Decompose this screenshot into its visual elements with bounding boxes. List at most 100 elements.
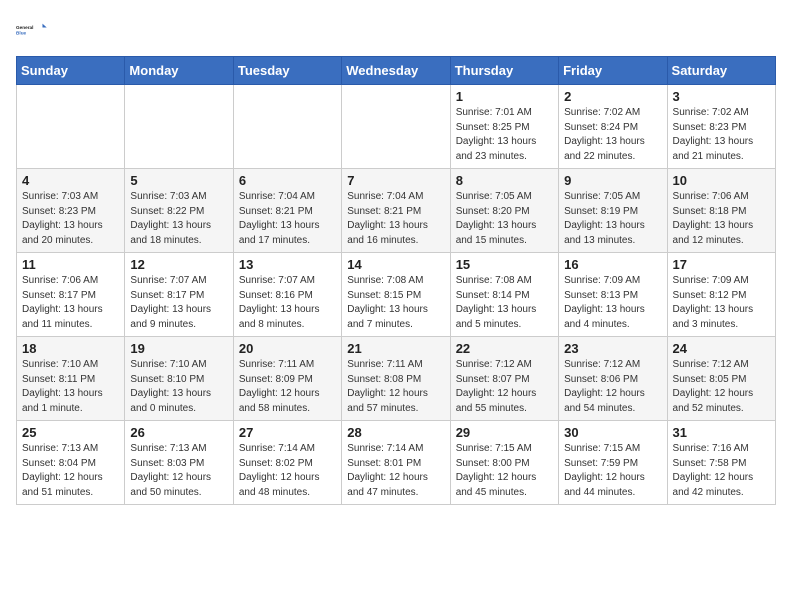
calendar-table: SundayMondayTuesdayWednesdayThursdayFrid… bbox=[16, 56, 776, 505]
day-number: 24 bbox=[673, 341, 770, 356]
calendar-cell: 29 Sunrise: 7:15 AM Sunset: 8:00 PM Dayli… bbox=[450, 421, 558, 505]
weekday-header-saturday: Saturday bbox=[667, 57, 775, 85]
calendar-cell: 27Sunrise: 7:14 AM Sunset: 8:02 PM Dayli… bbox=[233, 421, 341, 505]
day-info: Sunrise: 7:16 AM Sunset: 7:58 PM Dayligh… bbox=[673, 442, 770, 500]
calendar-cell: 21 Sunrise: 7:11 AM Sunset: 8:08 PM Dayli… bbox=[342, 337, 450, 421]
day-info: Sunrise: 7:13 AM Sunset: 8:03 PM Dayligh… bbox=[130, 442, 227, 500]
day-number: 13 bbox=[239, 257, 336, 272]
calendar-cell: 9 Sunrise: 7:05 AM Sunset: 8:19 PM Daylig… bbox=[559, 169, 667, 253]
day-info: Sunrise: 7:13 AM Sunset: 8:04 PM Dayligh… bbox=[22, 442, 119, 500]
weekday-header-friday: Friday bbox=[559, 57, 667, 85]
day-info: Sunrise: 7:14 AM Sunset: 8:01 PM Dayligh… bbox=[347, 442, 444, 500]
day-info: Sunrise: 7:03 AM Sunset: 8:22 PM Dayligh… bbox=[130, 190, 227, 248]
day-number: 7 bbox=[347, 173, 444, 188]
calendar-body: 1 Sunrise: 7:01 AM Sunset: 8:25 PM Daylig… bbox=[17, 85, 776, 505]
calendar-cell: 20 Sunrise: 7:11 AM Sunset: 8:09 PM Dayli… bbox=[233, 337, 341, 421]
day-number: 31 bbox=[673, 425, 770, 440]
calendar-header: SundayMondayTuesdayWednesdayThursdayFrid… bbox=[17, 57, 776, 85]
day-info: Sunrise: 7:11 AM Sunset: 8:09 PM Dayligh… bbox=[239, 358, 336, 416]
calendar-cell bbox=[125, 85, 233, 169]
calendar-cell bbox=[342, 85, 450, 169]
day-number: 6 bbox=[239, 173, 336, 188]
day-info: Sunrise: 7:11 AM Sunset: 8:08 PM Dayligh… bbox=[347, 358, 444, 416]
calendar-cell: 30 Sunrise: 7:15 AM Sunset: 7:59 PM Dayli… bbox=[559, 421, 667, 505]
calendar-cell: 15 Sunrise: 7:08 AM Sunset: 8:14 PM Dayli… bbox=[450, 253, 558, 337]
day-number: 14 bbox=[347, 257, 444, 272]
day-info: Sunrise: 7:01 AM Sunset: 8:25 PM Dayligh… bbox=[456, 106, 553, 164]
calendar-cell: 16Sunrise: 7:09 AM Sunset: 8:13 PM Dayli… bbox=[559, 253, 667, 337]
day-info: Sunrise: 7:07 AM Sunset: 8:16 PM Dayligh… bbox=[239, 274, 336, 332]
calendar-cell: 22 Sunrise: 7:12 AM Sunset: 8:07 PM Dayli… bbox=[450, 337, 558, 421]
day-number: 29 bbox=[456, 425, 553, 440]
day-number: 2 bbox=[564, 89, 661, 104]
day-number: 9 bbox=[564, 173, 661, 188]
calendar-week-row: 25 Sunrise: 7:13 AM Sunset: 8:04 PM Dayli… bbox=[17, 421, 776, 505]
day-number: 25 bbox=[22, 425, 119, 440]
day-number: 5 bbox=[130, 173, 227, 188]
calendar-cell: 13 Sunrise: 7:07 AM Sunset: 8:16 PM Dayli… bbox=[233, 253, 341, 337]
day-info: Sunrise: 7:06 AM Sunset: 8:17 PM Dayligh… bbox=[22, 274, 119, 332]
day-number: 8 bbox=[456, 173, 553, 188]
logo-icon: General Blue bbox=[16, 16, 48, 44]
day-info: Sunrise: 7:03 AM Sunset: 8:23 PM Dayligh… bbox=[22, 190, 119, 248]
weekday-header-wednesday: Wednesday bbox=[342, 57, 450, 85]
day-number: 19 bbox=[130, 341, 227, 356]
day-number: 4 bbox=[22, 173, 119, 188]
day-info: Sunrise: 7:12 AM Sunset: 8:06 PM Dayligh… bbox=[564, 358, 661, 416]
day-info: Sunrise: 7:15 AM Sunset: 7:59 PM Dayligh… bbox=[564, 442, 661, 500]
calendar-cell: 26Sunrise: 7:13 AM Sunset: 8:03 PM Dayli… bbox=[125, 421, 233, 505]
calendar-cell: 6 Sunrise: 7:04 AM Sunset: 8:21 PM Daylig… bbox=[233, 169, 341, 253]
calendar-cell: 8 Sunrise: 7:05 AM Sunset: 8:20 PM Daylig… bbox=[450, 169, 558, 253]
day-info: Sunrise: 7:04 AM Sunset: 8:21 PM Dayligh… bbox=[347, 190, 444, 248]
calendar-week-row: 4 Sunrise: 7:03 AM Sunset: 8:23 PM Daylig… bbox=[17, 169, 776, 253]
day-number: 3 bbox=[673, 89, 770, 104]
calendar-cell: 7 Sunrise: 7:04 AM Sunset: 8:21 PM Daylig… bbox=[342, 169, 450, 253]
weekday-header-monday: Monday bbox=[125, 57, 233, 85]
day-info: Sunrise: 7:06 AM Sunset: 8:18 PM Dayligh… bbox=[673, 190, 770, 248]
day-number: 22 bbox=[456, 341, 553, 356]
calendar-cell: 18Sunrise: 7:10 AM Sunset: 8:11 PM Dayli… bbox=[17, 337, 125, 421]
day-number: 12 bbox=[130, 257, 227, 272]
day-info: Sunrise: 7:08 AM Sunset: 8:15 PM Dayligh… bbox=[347, 274, 444, 332]
calendar-cell bbox=[233, 85, 341, 169]
day-info: Sunrise: 7:04 AM Sunset: 8:21 PM Dayligh… bbox=[239, 190, 336, 248]
calendar-cell: 19Sunrise: 7:10 AM Sunset: 8:10 PM Dayli… bbox=[125, 337, 233, 421]
day-number: 28 bbox=[347, 425, 444, 440]
calendar-cell: 28 Sunrise: 7:14 AM Sunset: 8:01 PM Dayli… bbox=[342, 421, 450, 505]
day-number: 10 bbox=[673, 173, 770, 188]
calendar-cell: 25 Sunrise: 7:13 AM Sunset: 8:04 PM Dayli… bbox=[17, 421, 125, 505]
day-info: Sunrise: 7:14 AM Sunset: 8:02 PM Dayligh… bbox=[239, 442, 336, 500]
calendar-cell: 17Sunrise: 7:09 AM Sunset: 8:12 PM Dayli… bbox=[667, 253, 775, 337]
calendar-cell: 23 Sunrise: 7:12 AM Sunset: 8:06 PM Dayli… bbox=[559, 337, 667, 421]
day-info: Sunrise: 7:12 AM Sunset: 8:07 PM Dayligh… bbox=[456, 358, 553, 416]
day-number: 20 bbox=[239, 341, 336, 356]
calendar-cell: 24Sunrise: 7:12 AM Sunset: 8:05 PM Dayli… bbox=[667, 337, 775, 421]
day-number: 17 bbox=[673, 257, 770, 272]
day-number: 18 bbox=[22, 341, 119, 356]
day-info: Sunrise: 7:05 AM Sunset: 8:19 PM Dayligh… bbox=[564, 190, 661, 248]
calendar-cell: 1 Sunrise: 7:01 AM Sunset: 8:25 PM Daylig… bbox=[450, 85, 558, 169]
page-header: General Blue bbox=[16, 16, 776, 44]
svg-text:General: General bbox=[16, 25, 33, 30]
day-number: 30 bbox=[564, 425, 661, 440]
calendar-cell: 10 Sunrise: 7:06 AM Sunset: 8:18 PM Dayli… bbox=[667, 169, 775, 253]
day-number: 11 bbox=[22, 257, 119, 272]
svg-text:Blue: Blue bbox=[16, 31, 27, 36]
calendar-cell: 14 Sunrise: 7:08 AM Sunset: 8:15 PM Dayli… bbox=[342, 253, 450, 337]
calendar-cell: 5 Sunrise: 7:03 AM Sunset: 8:22 PM Daylig… bbox=[125, 169, 233, 253]
day-number: 23 bbox=[564, 341, 661, 356]
calendar-cell: 3 Sunrise: 7:02 AM Sunset: 8:23 PM Daylig… bbox=[667, 85, 775, 169]
day-info: Sunrise: 7:05 AM Sunset: 8:20 PM Dayligh… bbox=[456, 190, 553, 248]
calendar-week-row: 11 Sunrise: 7:06 AM Sunset: 8:17 PM Dayli… bbox=[17, 253, 776, 337]
calendar-cell: 11 Sunrise: 7:06 AM Sunset: 8:17 PM Dayli… bbox=[17, 253, 125, 337]
calendar-week-row: 18Sunrise: 7:10 AM Sunset: 8:11 PM Dayli… bbox=[17, 337, 776, 421]
day-number: 15 bbox=[456, 257, 553, 272]
day-info: Sunrise: 7:07 AM Sunset: 8:17 PM Dayligh… bbox=[130, 274, 227, 332]
day-number: 1 bbox=[456, 89, 553, 104]
calendar-cell: 31 Sunrise: 7:16 AM Sunset: 7:58 PM Dayli… bbox=[667, 421, 775, 505]
day-info: Sunrise: 7:02 AM Sunset: 8:23 PM Dayligh… bbox=[673, 106, 770, 164]
calendar-week-row: 1 Sunrise: 7:01 AM Sunset: 8:25 PM Daylig… bbox=[17, 85, 776, 169]
day-info: Sunrise: 7:15 AM Sunset: 8:00 PM Dayligh… bbox=[456, 442, 553, 500]
day-info: Sunrise: 7:08 AM Sunset: 8:14 PM Dayligh… bbox=[456, 274, 553, 332]
day-number: 21 bbox=[347, 341, 444, 356]
